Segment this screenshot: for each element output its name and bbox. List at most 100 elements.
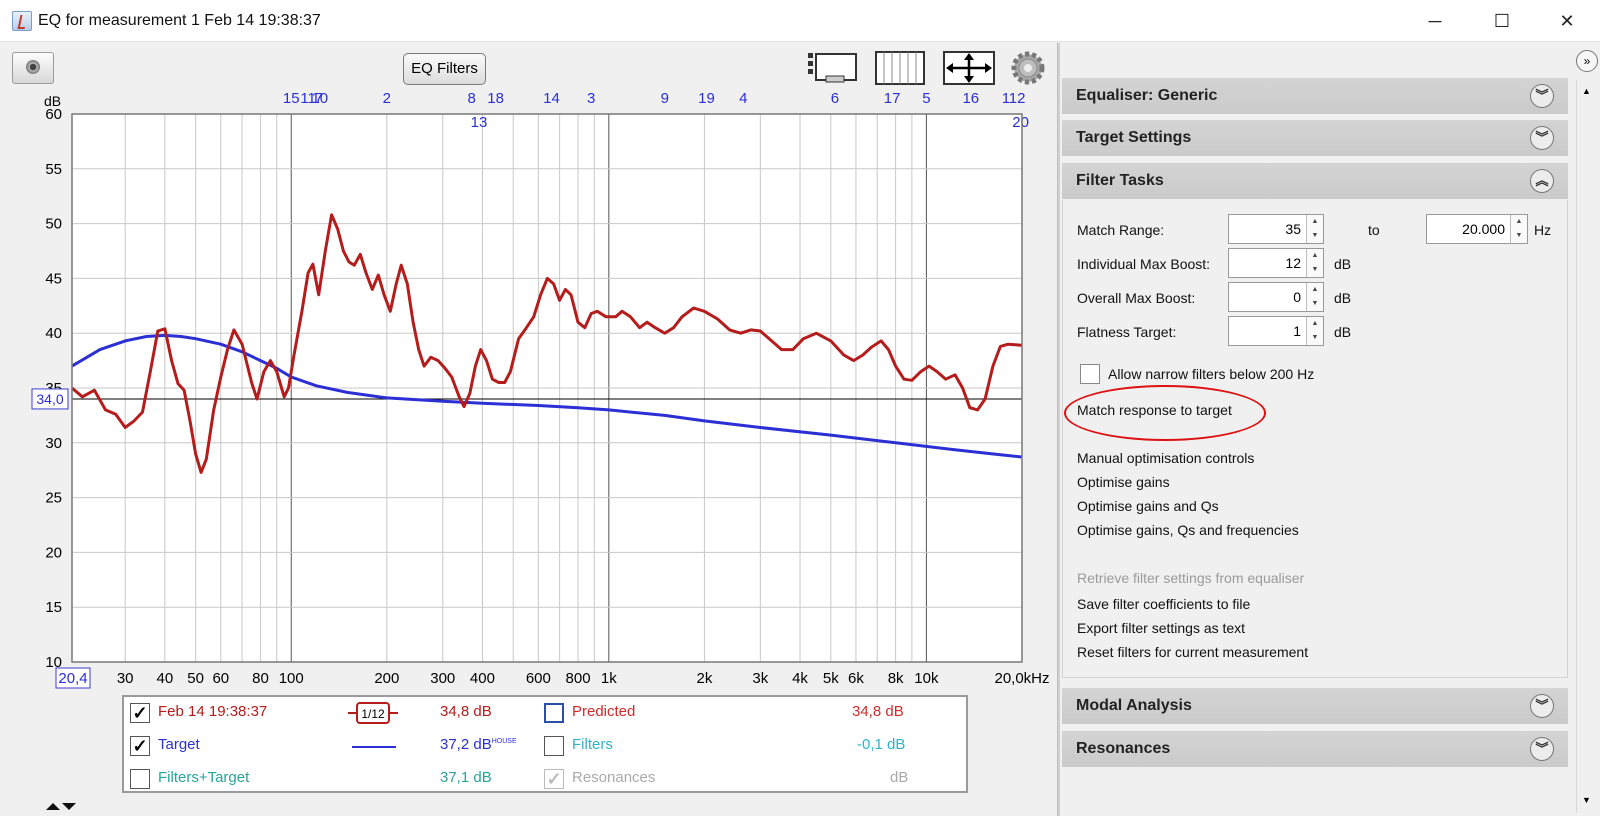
- x-tick-label: 30: [117, 670, 134, 687]
- overall-max-boost-value: 0: [1293, 289, 1301, 305]
- filter-marker-label: 6: [831, 90, 839, 107]
- collapse-legend-icon[interactable]: [44, 800, 78, 812]
- filter-tasks-title: Filter Tasks: [1076, 172, 1164, 189]
- chevron-down-icon[interactable]: ︾: [1530, 694, 1554, 718]
- spinner-arrows-icon[interactable]: ▲ ▼: [1510, 215, 1527, 243]
- chevron-down-icon[interactable]: ︾: [1530, 126, 1554, 150]
- close-button[interactable]: ✕: [1544, 8, 1590, 34]
- resonances-checkbox[interactable]: ✓: [544, 769, 564, 789]
- individual-max-boost-value: 12: [1285, 255, 1301, 271]
- grid-lines-icon[interactable]: [874, 50, 926, 86]
- target-checkbox[interactable]: ✓: [130, 736, 150, 756]
- x-tick-label: 50: [187, 670, 204, 687]
- x-tick-label: 200: [374, 670, 399, 687]
- match-range-from-spinner[interactable]: 35 ▲ ▼: [1228, 214, 1324, 244]
- spinner-arrows-icon[interactable]: ▲ ▼: [1306, 249, 1323, 277]
- individual-max-boost-spinner[interactable]: 12 ▲ ▼: [1228, 248, 1324, 278]
- eq-filters-button[interactable]: EQ Filters: [403, 53, 486, 85]
- window-title: EQ for measurement 1 Feb 14 19:38:37: [38, 12, 321, 29]
- spinner-arrows-icon[interactable]: ▲ ▼: [1306, 215, 1323, 243]
- x-tick-label: 300: [430, 670, 455, 687]
- x-tick-label: 20,0kHz: [994, 670, 1049, 687]
- y-tick-label: 45: [45, 270, 62, 287]
- scroll-up-icon[interactable]: ▲: [1582, 86, 1591, 96]
- filters-checkbox[interactable]: [544, 736, 564, 756]
- smoothing-icon[interactable]: 1/12: [348, 701, 398, 725]
- match-range-label: Match Range:: [1077, 222, 1165, 238]
- allow-narrow-filters-label: Allow narrow filters below 200 Hz: [1108, 366, 1315, 382]
- individual-max-boost-label: Individual Max Boost:: [1077, 256, 1211, 272]
- filter-marker-label: 20: [1012, 114, 1029, 131]
- y-tick-label: 25: [45, 490, 62, 507]
- target-settings-section-header[interactable]: Target Settings ︾: [1062, 120, 1568, 156]
- measurement-checkbox[interactable]: ✓: [130, 703, 150, 723]
- filter-tasks-section-header[interactable]: Filter Tasks ︽: [1062, 163, 1568, 199]
- modal-analysis-title: Modal Analysis: [1076, 697, 1192, 714]
- y-tick-label: 50: [45, 216, 62, 233]
- optimise-gains-qs-link[interactable]: Optimise gains and Qs: [1077, 498, 1219, 514]
- resonances-section-header[interactable]: Resonances ︾: [1062, 731, 1568, 767]
- filters-name: Filters: [572, 736, 613, 753]
- filter-marker-label: 18: [487, 90, 504, 107]
- y-tick-label: 40: [45, 325, 62, 342]
- measurement-value: 34,8 dB: [440, 703, 492, 720]
- x-tick-label: 8k: [888, 670, 904, 687]
- fit-all-icon[interactable]: [942, 50, 996, 86]
- smoothing-label: 1/12: [361, 707, 385, 721]
- scroll-down-icon[interactable]: ▼: [1582, 795, 1591, 805]
- y-tick-label: 60: [45, 106, 62, 123]
- eq-chart[interactable]: dB60555045403530252015103040506080100200…: [0, 90, 1057, 690]
- reset-filters-link[interactable]: Reset filters for current measurement: [1077, 644, 1308, 660]
- maximize-button[interactable]: ☐: [1479, 8, 1525, 34]
- x-tick-label: 40: [157, 670, 174, 687]
- camera-icon[interactable]: [12, 52, 54, 84]
- title-bar: EQ for measurement 1 Feb 14 19:38:37 ─ ☐…: [0, 0, 1600, 42]
- resonances-name: Resonances: [572, 769, 656, 786]
- target-line-swatch: [352, 746, 396, 748]
- filters-target-checkbox[interactable]: [130, 769, 150, 789]
- overall-max-boost-spinner[interactable]: 0 ▲ ▼: [1228, 282, 1324, 312]
- x-tick-label: 60: [212, 670, 229, 687]
- x-tick-label: 1k: [601, 670, 617, 687]
- minimize-button[interactable]: ─: [1412, 8, 1458, 34]
- match-range-to-spinner[interactable]: 20.000 ▲ ▼: [1426, 214, 1528, 244]
- filter-marker-label: 17: [884, 90, 901, 107]
- flatness-target-label: Flatness Target:: [1077, 324, 1177, 340]
- resonances-title: Resonances: [1076, 740, 1171, 757]
- x-tick-label: 10k: [914, 670, 939, 687]
- optimise-gains-link[interactable]: Optimise gains: [1077, 474, 1170, 490]
- chevron-down-icon[interactable]: ︾: [1530, 737, 1554, 761]
- chevron-down-icon[interactable]: ︾: [1530, 84, 1554, 108]
- manual-optimisation-link[interactable]: Manual optimisation controls: [1077, 450, 1254, 466]
- x-start-label: 20,4: [58, 670, 87, 687]
- target-settings-title: Target Settings: [1076, 129, 1192, 146]
- to-label: to: [1368, 222, 1380, 238]
- spinner-arrows-icon[interactable]: ▲ ▼: [1306, 317, 1323, 345]
- filter-marker-label: 3: [587, 90, 595, 107]
- retrieve-filter-settings-link[interactable]: Retrieve filter settings from equaliser: [1077, 570, 1304, 586]
- fit-width-icon[interactable]: [806, 50, 860, 86]
- vertical-scrollbar[interactable]: ▲ ▼: [1576, 80, 1598, 813]
- match-from-value: 35: [1285, 221, 1301, 237]
- spinner-arrows-icon[interactable]: ▲ ▼: [1306, 283, 1323, 311]
- allow-narrow-filters-checkbox[interactable]: [1080, 364, 1100, 384]
- flatness-target-spinner[interactable]: 1 ▲ ▼: [1228, 316, 1324, 346]
- filter-marker-label: 9: [661, 90, 669, 107]
- x-tick-label: 3k: [752, 670, 768, 687]
- filter-marker-label: 8: [468, 90, 476, 107]
- app-icon: [12, 11, 32, 31]
- x-tick-label: 800: [566, 670, 591, 687]
- expand-panel-button[interactable]: »: [1576, 50, 1598, 72]
- hz-unit-label: Hz: [1534, 222, 1552, 238]
- equaliser-section-header[interactable]: Equaliser: Generic ︾: [1062, 78, 1568, 114]
- predicted-checkbox[interactable]: [544, 703, 564, 723]
- filter-marker-label: 4: [739, 90, 747, 107]
- chevron-up-icon[interactable]: ︽: [1530, 169, 1554, 193]
- filter-marker-label: 13: [471, 114, 488, 131]
- export-filter-settings-link[interactable]: Export filter settings as text: [1077, 620, 1245, 636]
- gear-icon[interactable]: [1010, 50, 1046, 86]
- optimise-gains-qs-freq-link[interactable]: Optimise gains, Qs and frequencies: [1077, 522, 1299, 538]
- save-filter-coefficients-link[interactable]: Save filter coefficients to file: [1077, 596, 1250, 612]
- highlight-ellipse: [1064, 385, 1266, 441]
- modal-analysis-section-header[interactable]: Modal Analysis ︾: [1062, 688, 1568, 724]
